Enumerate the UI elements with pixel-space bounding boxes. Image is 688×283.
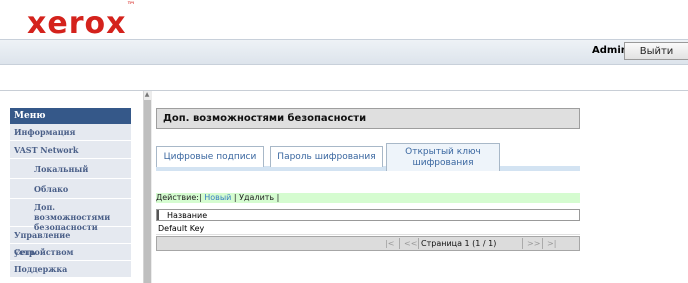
tab-public-key[interactable]: Открытый ключ шифрования [386, 143, 500, 171]
sidebar-item-security[interactable]: Доп. возможностями безопасности [10, 199, 131, 232]
scrollbar-thumb[interactable] [144, 100, 151, 283]
pager-divider [522, 238, 523, 249]
page-indicator: Страница 1 (1 / 1) [421, 239, 497, 248]
user-name: Admin [592, 45, 628, 56]
sidebar-item-cloud[interactable]: Облако [10, 179, 131, 199]
key-name-cell: Default Key [158, 224, 205, 233]
tab-label: Пароль шифрования [277, 152, 376, 162]
logout-button[interactable]: Выйти [624, 42, 688, 60]
sidebar-menu: Меню Информация VAST Network Локальный О… [10, 108, 131, 283]
first-page-button[interactable]: |< [385, 237, 394, 250]
sidebar-item-local[interactable]: Локальный [10, 159, 131, 179]
pager-divider [418, 238, 419, 249]
divider [0, 90, 688, 91]
tab-label: Цифровые подписи [163, 152, 257, 162]
table-header-name[interactable]: Название [156, 209, 580, 221]
column-header-label: Название [167, 211, 208, 220]
sidebar-item-label: VAST Network [14, 145, 79, 155]
action-bar: Действие:| Новый | Удалить | [156, 193, 580, 203]
sidebar-item-label: Локальный [34, 164, 89, 174]
sidebar-item-vast-network[interactable]: VAST Network [10, 141, 131, 159]
action-prefix: Действие: [156, 193, 199, 202]
top-bar: Admin Выйти [0, 39, 688, 65]
next-page-button[interactable]: >> [527, 237, 540, 250]
pagination-bar: |< << Страница 1 (1 / 1) >> >| [156, 236, 580, 251]
sidebar-item-label: Поддержка [14, 264, 68, 274]
tab-digital-signatures[interactable]: Цифровые подписи [156, 146, 264, 167]
sidebar-item-label: Облако [34, 184, 69, 194]
sidebar-item-info[interactable]: Информация [10, 124, 131, 141]
tab-label: Открытый ключ шифрования [405, 147, 481, 168]
table-row[interactable]: Default Key [156, 222, 580, 235]
last-page-button[interactable]: >| [547, 237, 556, 250]
sidebar-item-support[interactable]: Поддержка [10, 261, 131, 278]
sidebar-title: Меню [10, 108, 131, 124]
pager-divider [399, 238, 400, 249]
scroll-up-icon[interactable]: ▲ [143, 91, 151, 99]
prev-page-button[interactable]: << [404, 237, 417, 250]
pager-divider [542, 238, 543, 249]
sidebar-item-label: Информация [14, 127, 76, 137]
xerox-logo: xerox™ [27, 1, 137, 41]
tab-encryption-password[interactable]: Пароль шифрования [270, 146, 383, 167]
new-action-link[interactable]: Новый [204, 193, 231, 202]
delete-action-link[interactable]: Удалить [239, 193, 274, 202]
page-title: Доп. возможностями безопасности [156, 108, 580, 129]
